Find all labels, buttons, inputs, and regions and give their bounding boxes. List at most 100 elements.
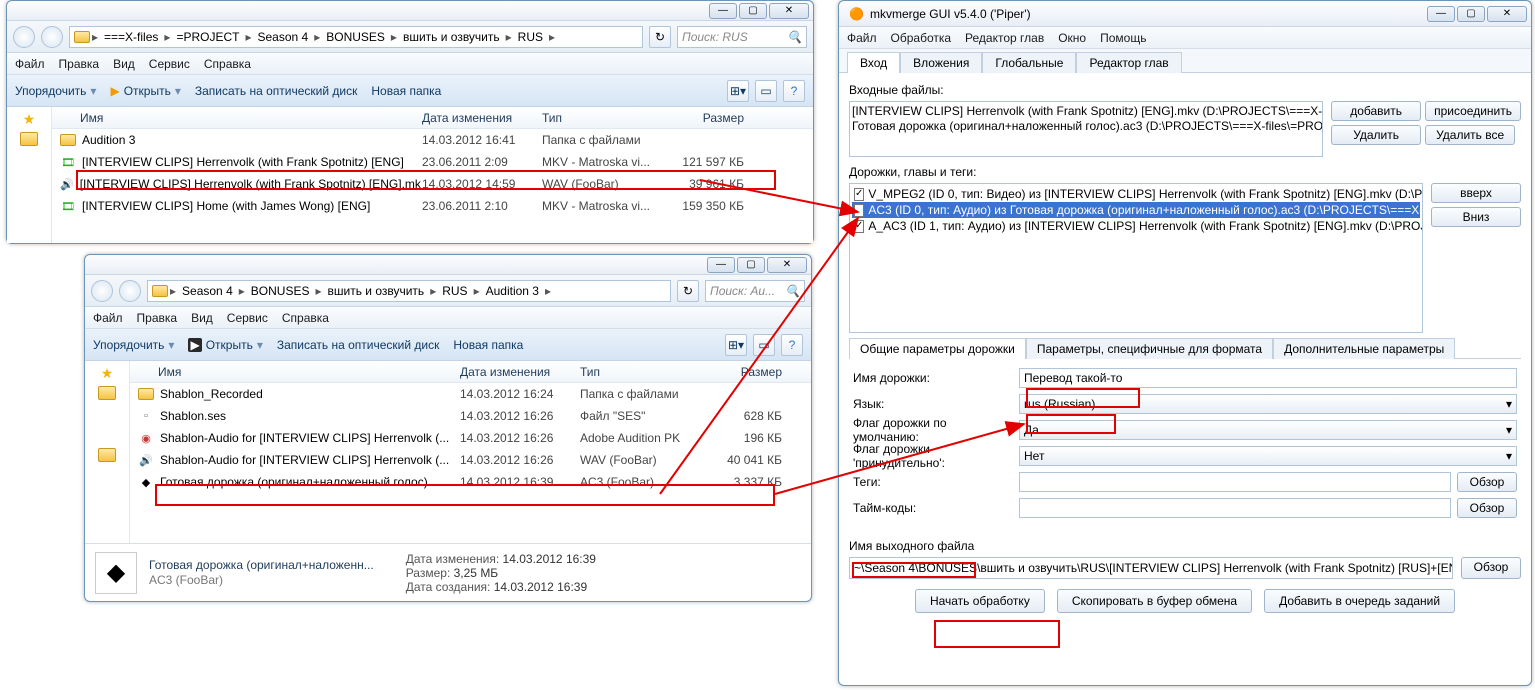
list-header[interactable]: Имя Дата изменения Тип Размер [130, 361, 811, 383]
timecodes-browse-button[interactable]: Обзор [1457, 498, 1517, 518]
queue-button[interactable]: Добавить в очередь заданий [1264, 589, 1455, 613]
list-item[interactable]: ◉Shablon-Audio for [INTERVIEW CLIPS] Her… [130, 427, 811, 449]
tags-browse-button[interactable]: Обзор [1457, 472, 1517, 492]
tab-input[interactable]: Вход [847, 52, 900, 73]
col-type[interactable]: Тип [580, 365, 710, 379]
search-input[interactable]: Поиск: RUS 🔍 [677, 26, 807, 48]
burn-button[interactable]: Записать на оптический диск [195, 84, 358, 98]
help-button[interactable]: ? [781, 334, 803, 356]
opttab-extra[interactable]: Дополнительные параметры [1273, 338, 1455, 359]
organize-button[interactable]: Упорядочить ▾ [93, 338, 174, 352]
list-item[interactable]: 🔊Shablon-Audio for [INTERVIEW CLIPS] Her… [130, 449, 811, 471]
track-row-selected[interactable]: ✓AC3 (ID 0, тип: Аудио) из Готовая дорож… [852, 202, 1420, 218]
menu-file[interactable]: Файл [93, 311, 123, 325]
newfolder-button[interactable]: Новая папка [453, 338, 523, 352]
add-button[interactable]: добавить [1331, 101, 1421, 121]
view-button[interactable]: ⊞▾ [727, 80, 749, 102]
menu-chapters[interactable]: Редактор глав [965, 31, 1044, 45]
open-button[interactable]: ▶ Открыть ▾ [188, 338, 262, 352]
refresh-button[interactable]: ↻ [649, 26, 671, 48]
maximize-button[interactable]: ▢ [1457, 6, 1485, 22]
menu-help[interactable]: Справка [204, 57, 251, 71]
explorer2-sidebar[interactable]: ★ [85, 361, 130, 543]
maximize-button[interactable]: ▢ [739, 3, 767, 19]
nav-back-button[interactable] [91, 280, 113, 302]
open-button[interactable]: ▶ Открыть ▾ [110, 84, 180, 98]
input-files-list[interactable]: [INTERVIEW CLIPS] Herrenvolk (with Frank… [849, 101, 1323, 157]
list-item[interactable]: 🔊[INTERVIEW CLIPS] Herrenvolk (with Fran… [52, 173, 813, 195]
menu-file[interactable]: Файл [847, 31, 877, 45]
explorer1-sidebar[interactable]: ★ [7, 107, 52, 243]
menu-view[interactable]: Вид [113, 57, 135, 71]
list-item[interactable]: 🎞[INTERVIEW CLIPS] Home (with James Wong… [52, 195, 813, 217]
close-button[interactable]: ✕ [767, 257, 807, 273]
burn-button[interactable]: Записать на оптический диск [277, 338, 440, 352]
copy-button[interactable]: Скопировать в буфер обмена [1057, 589, 1252, 613]
tags-input[interactable] [1019, 472, 1451, 492]
tab-global[interactable]: Глобальные [982, 52, 1076, 73]
menu-view[interactable]: Вид [191, 311, 213, 325]
tracks-list[interactable]: ✓V_MPEG2 (ID 0, тип: Видео) из [INTERVIE… [849, 183, 1423, 333]
list-item[interactable]: ◆Готовая дорожка (оригинал+наложенный го… [130, 471, 811, 493]
nav-forward-button[interactable] [119, 280, 141, 302]
language-select[interactable]: rus (Russian)▾ [1019, 394, 1517, 414]
menu-help[interactable]: Помощь [1100, 31, 1146, 45]
newfolder-button[interactable]: Новая папка [371, 84, 441, 98]
menu-window[interactable]: Окно [1058, 31, 1086, 45]
list-header[interactable]: Имя Дата изменения Тип Размер [52, 107, 813, 129]
start-button[interactable]: Начать обработку [915, 589, 1045, 613]
col-date[interactable]: Дата изменения [460, 365, 580, 379]
removeall-button[interactable]: Удалить все [1425, 125, 1515, 145]
maximize-button[interactable]: ▢ [737, 257, 765, 273]
up-button[interactable]: вверх [1431, 183, 1521, 203]
trackname-input[interactable]: Перевод такой-то [1019, 368, 1517, 388]
nav-forward-button[interactable] [41, 26, 63, 48]
append-button[interactable]: присоединить [1425, 101, 1521, 121]
menu-edit[interactable]: Правка [137, 311, 178, 325]
checkbox-icon[interactable]: ✓ [854, 204, 864, 217]
breadcrumb[interactable]: ▸Season 4 ▸BONUSES ▸вшить и озвучить ▸RU… [147, 280, 671, 302]
menu-process[interactable]: Обработка [891, 31, 952, 45]
refresh-button[interactable]: ↻ [677, 280, 699, 302]
col-type[interactable]: Тип [542, 111, 672, 125]
forced-flag-select[interactable]: Нет▾ [1019, 446, 1517, 466]
track-row[interactable]: ✓A_AC3 (ID 1, тип: Аудио) из [INTERVIEW … [852, 218, 1420, 234]
view-button[interactable]: ⊞▾ [725, 334, 747, 356]
menu-tools[interactable]: Сервис [149, 57, 190, 71]
remove-button[interactable]: Удалить [1331, 125, 1421, 145]
list-item[interactable]: Audition 3 14.03.2012 16:41 Папка с файл… [52, 129, 813, 151]
checkbox-icon[interactable]: ✓ [854, 188, 864, 201]
menu-tools[interactable]: Сервис [227, 311, 268, 325]
menu-help[interactable]: Справка [282, 311, 329, 325]
tab-attachments[interactable]: Вложения [900, 52, 982, 73]
opttab-general[interactable]: Общие параметры дорожки [849, 338, 1026, 359]
col-date[interactable]: Дата изменения [422, 111, 542, 125]
default-flag-select[interactable]: Да▾ [1019, 420, 1517, 440]
list-item[interactable]: 🎞[INTERVIEW CLIPS] Herrenvolk (with Fran… [52, 151, 813, 173]
minimize-button[interactable]: — [1427, 6, 1455, 22]
checkbox-icon[interactable]: ✓ [854, 220, 864, 233]
col-size[interactable]: Размер [710, 365, 790, 379]
nav-back-button[interactable] [13, 26, 35, 48]
menu-file[interactable]: Файл [15, 57, 45, 71]
col-size[interactable]: Размер [672, 111, 752, 125]
close-button[interactable]: ✕ [1487, 6, 1527, 22]
list-item[interactable]: Shablon_Recorded 14.03.2012 16:24 Папка … [130, 383, 811, 405]
minimize-button[interactable]: — [709, 3, 737, 19]
help-button[interactable]: ? [783, 80, 805, 102]
preview-pane-button[interactable]: ▭ [753, 334, 775, 356]
timecodes-input[interactable] [1019, 498, 1451, 518]
output-browse-button[interactable]: Обзор [1461, 557, 1521, 579]
breadcrumb[interactable]: ▸===X-files ▸=PROJECT ▸Season 4 ▸BONUSES… [69, 26, 643, 48]
col-name[interactable]: Имя [130, 365, 460, 379]
track-row[interactable]: ✓V_MPEG2 (ID 0, тип: Видео) из [INTERVIE… [852, 186, 1420, 202]
col-name[interactable]: Имя [52, 111, 422, 125]
preview-pane-button[interactable]: ▭ [755, 80, 777, 102]
list-item[interactable]: ▫Shablon.ses 14.03.2012 16:26 Файл "SES"… [130, 405, 811, 427]
opttab-format[interactable]: Параметры, специфичные для формата [1026, 338, 1273, 359]
output-file-input[interactable]: ~\Season 4\BONUSES\вшить и озвучить\RUS\… [849, 557, 1453, 579]
menu-edit[interactable]: Правка [59, 57, 100, 71]
down-button[interactable]: Вниз [1431, 207, 1521, 227]
tab-chapters[interactable]: Редактор глав [1076, 52, 1181, 73]
close-button[interactable]: ✕ [769, 3, 809, 19]
